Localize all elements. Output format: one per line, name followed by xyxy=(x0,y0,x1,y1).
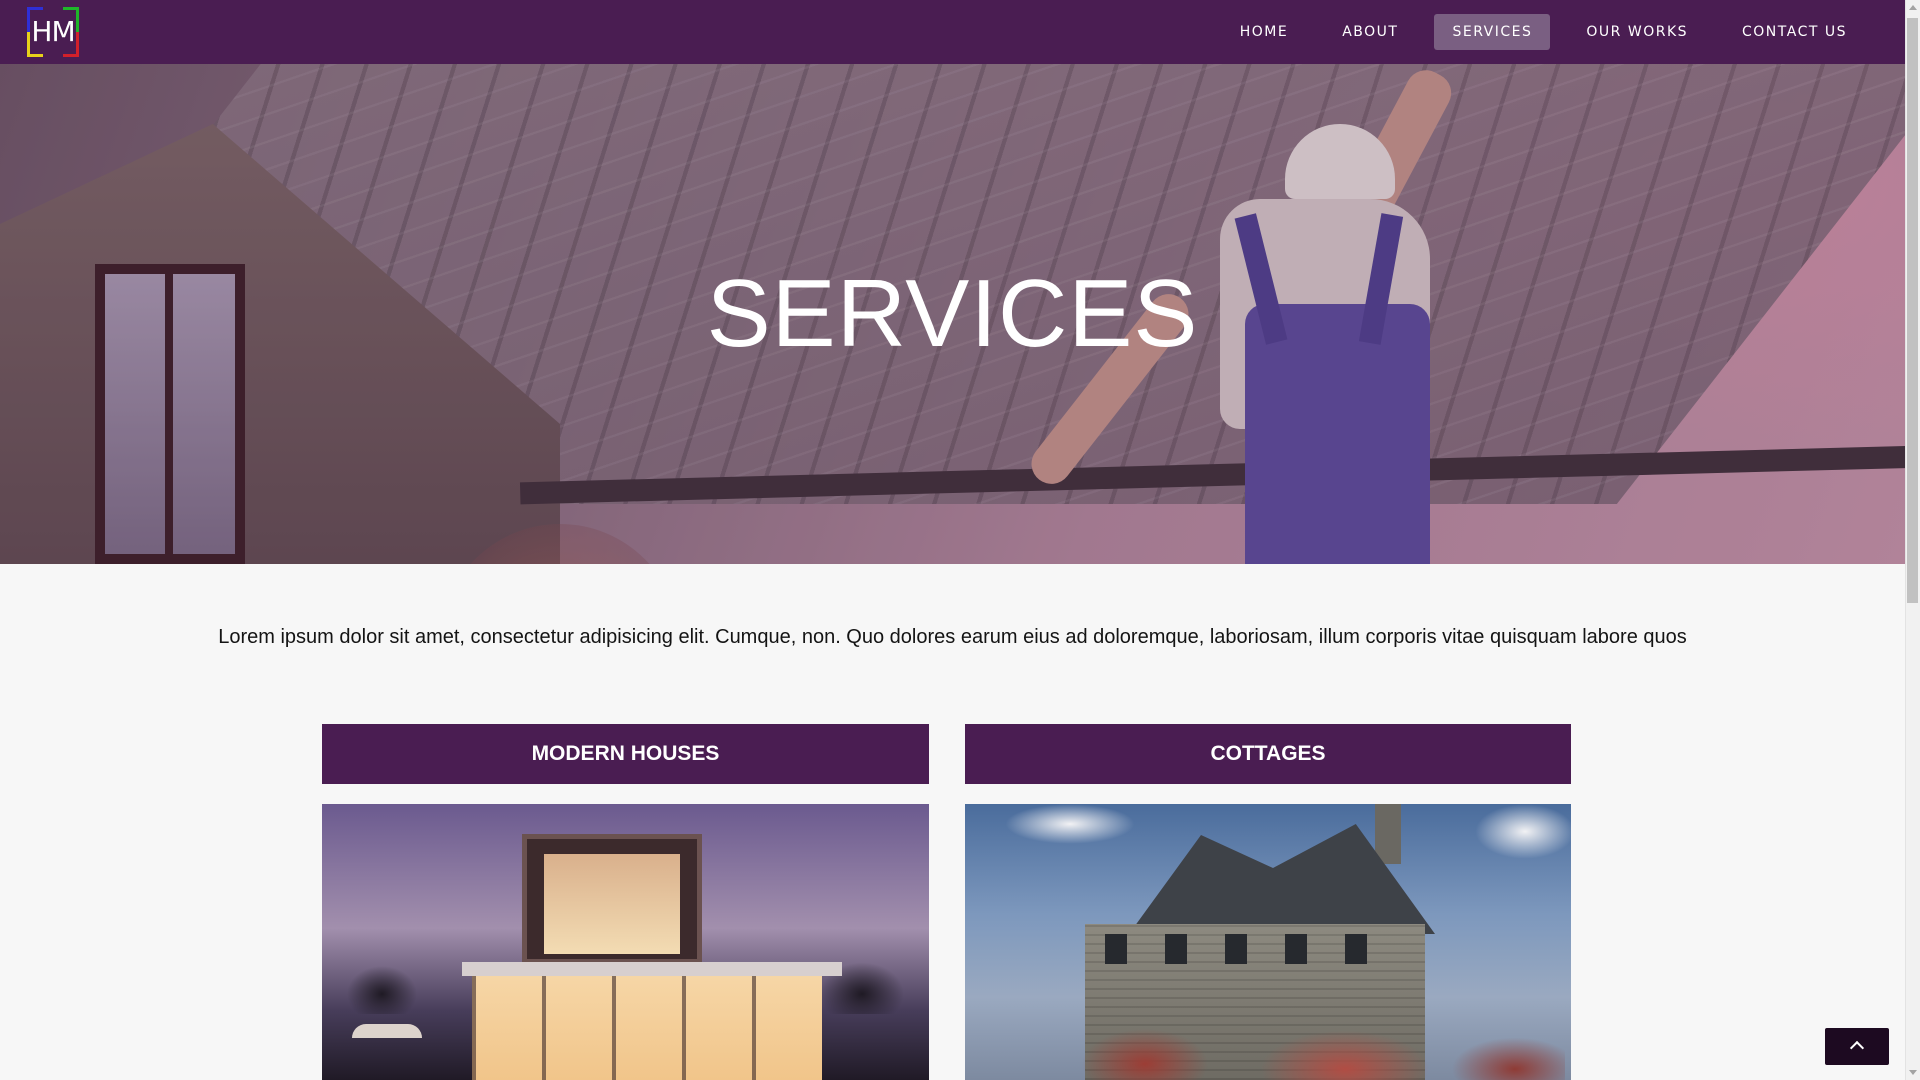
cottage-windows xyxy=(1105,934,1405,964)
hero-banner: SERVICES xyxy=(0,64,1905,564)
service-card-title-cottages[interactable]: COTTAGES xyxy=(965,724,1571,784)
modern-house-window-frames xyxy=(472,976,822,1080)
scroll-down-arrow-icon[interactable] xyxy=(1909,1070,1917,1075)
chevron-up-icon xyxy=(1849,1040,1865,1056)
nav-link-contact-us[interactable]: CONTACT US xyxy=(1724,14,1865,50)
service-image-cottage[interactable] xyxy=(965,804,1571,1080)
nav-link-home[interactable]: HOME xyxy=(1222,14,1306,50)
nav-menu: HOME ABOUT SERVICES OUR WORKS CONTACT US xyxy=(1204,14,1865,50)
nav-link-about[interactable]: ABOUT xyxy=(1324,14,1416,50)
back-to-top-button[interactable] xyxy=(1825,1028,1889,1065)
modern-house-upper-window xyxy=(544,854,680,954)
page-scrollbar[interactable] xyxy=(1905,0,1920,1080)
scroll-up-arrow-icon[interactable] xyxy=(1909,5,1917,10)
intro-text: Lorem ipsum dolor sit amet, consectetur … xyxy=(218,626,1687,648)
cottage-chimney xyxy=(1375,804,1401,864)
nav-link-our-works[interactable]: OUR WORKS xyxy=(1568,14,1706,50)
cottage-cloud-right xyxy=(1475,804,1571,859)
modern-house-umbrella xyxy=(352,1024,422,1038)
nav-link-services[interactable]: SERVICES xyxy=(1434,14,1551,50)
logo-text: HM xyxy=(31,15,75,48)
service-card-title-modern-houses[interactable]: MODERN HOUSES xyxy=(322,724,929,784)
top-navbar: HM HOME ABOUT SERVICES OUR WORKS CONTACT… xyxy=(0,0,1905,64)
cottage-cloud-left xyxy=(1005,804,1135,844)
page-title: SERVICES xyxy=(706,260,1199,367)
cottage-flower-bushes xyxy=(1065,1014,1565,1080)
modern-house-slab xyxy=(462,962,842,976)
scrollbar-thumb[interactable] xyxy=(1907,18,1918,603)
logo[interactable]: HM xyxy=(27,7,79,57)
service-image-modern-house[interactable] xyxy=(322,804,929,1080)
